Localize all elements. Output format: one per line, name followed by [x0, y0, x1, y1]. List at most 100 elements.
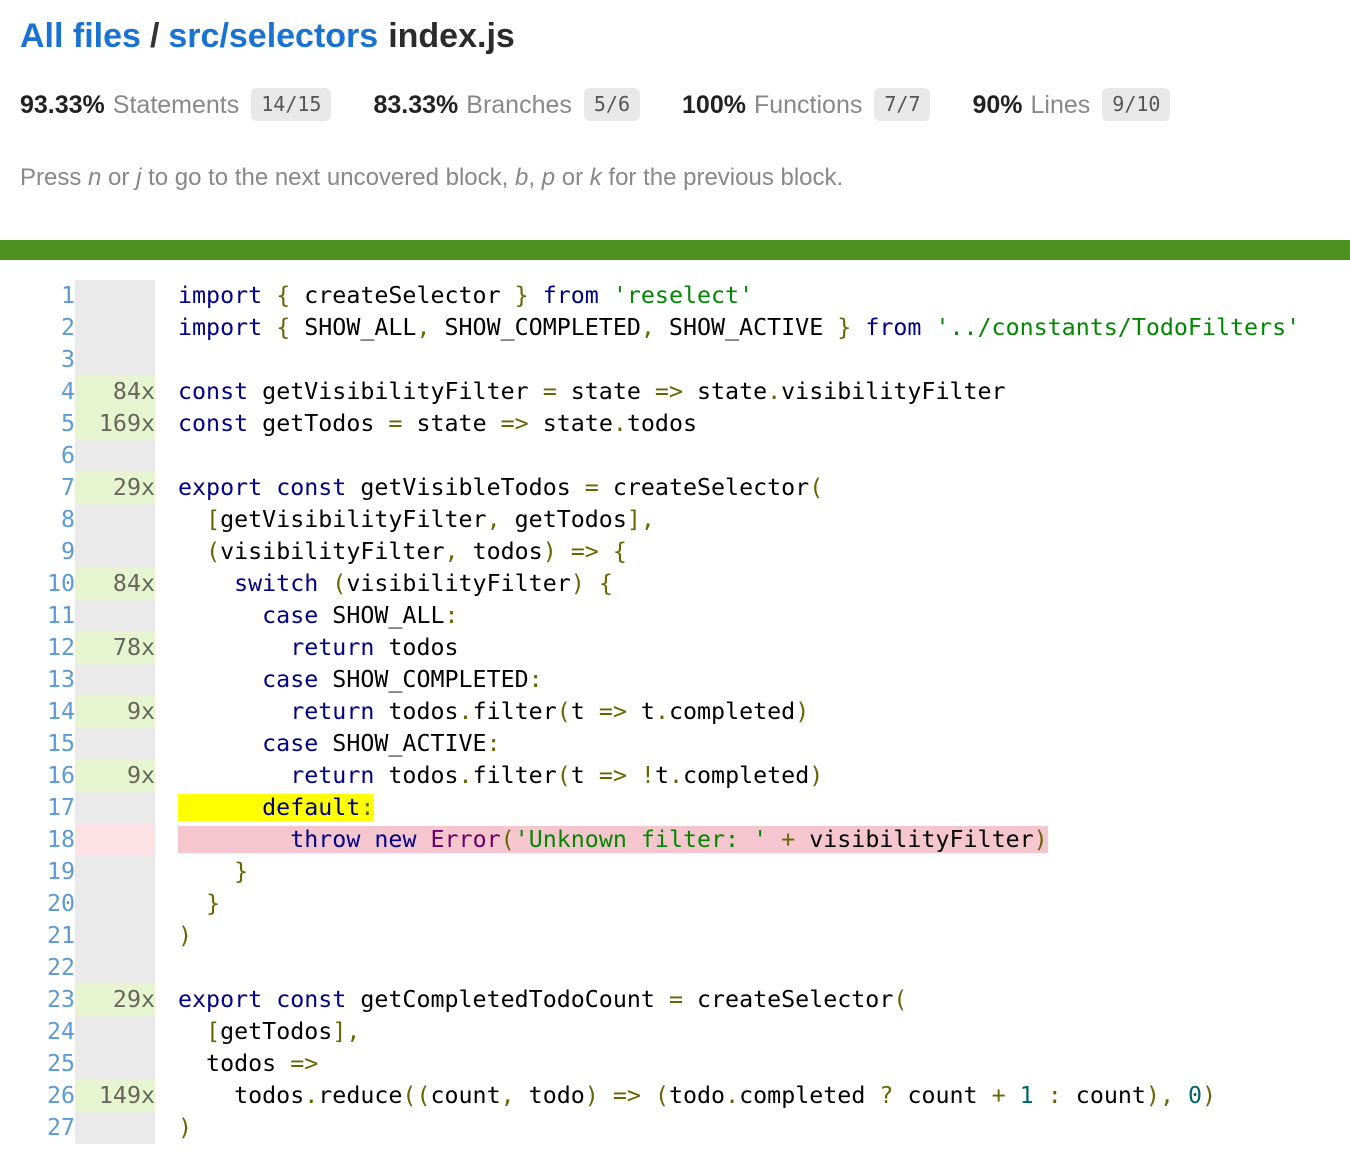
- execution-count: 149x: [75, 1080, 155, 1112]
- code-row: 2 import { SHOW_ALL, SHOW_COMPLETED, SHOW…: [0, 312, 1350, 344]
- code-row: 26149x todos.reduce((count, todo) => (to…: [0, 1080, 1350, 1112]
- code-row: 18 throw new Error('Unknown filter: ' + …: [0, 824, 1350, 856]
- line-number[interactable]: 8: [0, 504, 75, 536]
- stat-fraction-badge: 9/10: [1102, 88, 1170, 121]
- code-row: 5169xconst getTodos = state => state.tod…: [0, 408, 1350, 440]
- code-row: 22: [0, 952, 1350, 984]
- line-number[interactable]: 19: [0, 856, 75, 888]
- code-line: import { SHOW_ALL, SHOW_COMPLETED, SHOW_…: [155, 312, 1350, 344]
- stat-percent: 90%: [972, 91, 1022, 119]
- line-number[interactable]: 14: [0, 696, 75, 728]
- code-row: 27): [0, 1112, 1350, 1144]
- code-line: export const getCompletedTodoCount = cre…: [155, 984, 1350, 1016]
- code-cell: [getVisibilityFilter, getTodos],: [155, 504, 1350, 536]
- code-row: 21): [0, 920, 1350, 952]
- code-line: }: [155, 888, 1350, 920]
- line-number[interactable]: 21: [0, 920, 75, 952]
- line-number[interactable]: 17: [0, 792, 75, 824]
- code-cell: case SHOW_ALL:: [155, 600, 1350, 632]
- code-row: 20 }: [0, 888, 1350, 920]
- line-number[interactable]: 1: [0, 280, 75, 312]
- code-line: return todos.filter(t => !t.completed): [155, 760, 1350, 792]
- line-number[interactable]: 2: [0, 312, 75, 344]
- branch-not-covered-highlight: default:: [178, 794, 374, 821]
- line-number[interactable]: 23: [0, 984, 75, 1016]
- execution-count: [75, 280, 155, 312]
- execution-count: [75, 504, 155, 536]
- line-number[interactable]: 5: [0, 408, 75, 440]
- code-row: 9 (visibilityFilter, todos) => {: [0, 536, 1350, 568]
- execution-count: [75, 440, 155, 472]
- line-number[interactable]: 6: [0, 440, 75, 472]
- code-cell: const getVisibilityFilter = state => sta…: [155, 376, 1350, 408]
- code-row: 1 import { createSelector } from 'reselec…: [0, 280, 1350, 312]
- code-row: 17 default:: [0, 792, 1350, 824]
- code-line: return todos: [155, 632, 1350, 664]
- code-row: 1278x return todos: [0, 632, 1350, 664]
- execution-count: [75, 1048, 155, 1080]
- stat-group: 100%Functions7/7: [682, 88, 930, 121]
- code-row: 6: [0, 440, 1350, 472]
- code-row: 169x return todos.filter(t => !t.complet…: [0, 760, 1350, 792]
- code-line: [getVisibilityFilter, getTodos],: [155, 504, 1350, 536]
- coverage-table: 1 import { createSelector } from 'reselec…: [0, 280, 1350, 1144]
- code-line: export const getVisibleTodos = createSel…: [155, 472, 1350, 504]
- line-number[interactable]: 26: [0, 1080, 75, 1112]
- code-row: 2329xexport const getCompletedTodoCount …: [0, 984, 1350, 1016]
- statement-not-covered-highlight: throw new Error('Unknown filter: ' + vis…: [178, 826, 1048, 853]
- line-number[interactable]: 9: [0, 536, 75, 568]
- line-number[interactable]: 4: [0, 376, 75, 408]
- code-cell: export const getCompletedTodoCount = cre…: [155, 984, 1350, 1016]
- code-cell: return todos.filter(t => !t.completed): [155, 760, 1350, 792]
- stat-label: Branches: [466, 91, 572, 119]
- line-number[interactable]: 22: [0, 952, 75, 984]
- execution-count: [75, 792, 155, 824]
- execution-count: 84x: [75, 568, 155, 600]
- keyboard-help: Press n or j to go to the next uncovered…: [20, 163, 1330, 193]
- code-cell: const getTodos = state => state.todos: [155, 408, 1350, 440]
- code-line: }: [155, 856, 1350, 888]
- line-number[interactable]: 11: [0, 600, 75, 632]
- breadcrumb-separator: /: [150, 17, 159, 55]
- code-cell: todos.reduce((count, todo) => (todo.comp…: [155, 1080, 1350, 1112]
- line-number[interactable]: 3: [0, 344, 75, 376]
- line-number[interactable]: 16: [0, 760, 75, 792]
- line-number[interactable]: 13: [0, 664, 75, 696]
- code-cell: import { createSelector } from 'reselect…: [155, 280, 1350, 312]
- line-number[interactable]: 15: [0, 728, 75, 760]
- code-cell: throw new Error('Unknown filter: ' + vis…: [155, 824, 1350, 856]
- code-line: case SHOW_COMPLETED:: [155, 664, 1350, 696]
- execution-count: [75, 920, 155, 952]
- line-number[interactable]: 24: [0, 1016, 75, 1048]
- code-line: switch (visibilityFilter) {: [155, 568, 1350, 600]
- stat-fraction-badge: 7/7: [874, 88, 930, 121]
- execution-count: [75, 856, 155, 888]
- code-cell: (visibilityFilter, todos) => {: [155, 536, 1350, 568]
- breadcrumb-all-files-link[interactable]: All files: [20, 17, 141, 55]
- shortcut-key: j: [136, 164, 141, 191]
- line-number[interactable]: 18: [0, 824, 75, 856]
- code-cell: default:: [155, 792, 1350, 824]
- line-number[interactable]: 25: [0, 1048, 75, 1080]
- execution-count: 29x: [75, 984, 155, 1016]
- stat-fraction-badge: 5/6: [584, 88, 640, 121]
- shortcut-key: n: [88, 164, 101, 191]
- line-number[interactable]: 27: [0, 1112, 75, 1144]
- execution-count: [75, 952, 155, 984]
- code-row: 25 todos =>: [0, 1048, 1350, 1080]
- line-number[interactable]: 7: [0, 472, 75, 504]
- code-cell: return todos: [155, 632, 1350, 664]
- line-number[interactable]: 10: [0, 568, 75, 600]
- execution-count: [75, 1112, 155, 1144]
- coverage-status-bar: [0, 240, 1350, 260]
- code-row: 19 }: [0, 856, 1350, 888]
- code-area: 1 import { createSelector } from 'reselec…: [0, 280, 1350, 1144]
- stat-percent: 83.33%: [373, 91, 458, 119]
- line-number[interactable]: 12: [0, 632, 75, 664]
- code-cell: import { SHOW_ALL, SHOW_COMPLETED, SHOW_…: [155, 312, 1350, 344]
- line-number[interactable]: 20: [0, 888, 75, 920]
- code-row: 15 case SHOW_ACTIVE:: [0, 728, 1350, 760]
- code-row: 13 case SHOW_COMPLETED:: [0, 664, 1350, 696]
- breadcrumb-folder-link[interactable]: src/selectors: [168, 17, 378, 55]
- code-line: const getTodos = state => state.todos: [155, 408, 1350, 440]
